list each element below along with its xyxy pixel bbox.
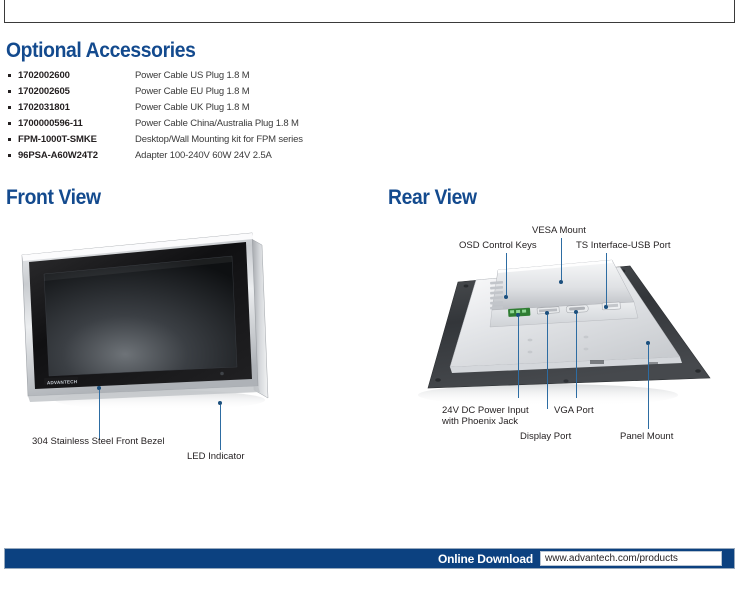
accessory-description: Power Cable UK Plug 1.8 M — [135, 102, 250, 113]
online-download-label: Online Download — [438, 552, 533, 566]
callout-label-power-input-line2: with Phoenix Jack — [442, 416, 519, 427]
accessory-part-number: 1702002605 — [18, 86, 70, 97]
callout-leader-bezel — [99, 390, 101, 440]
list-item: 1700000596-11 Power Cable China/Australi… — [8, 115, 428, 131]
bullet-icon — [8, 83, 18, 99]
accessory-part-number: 1700000596-11 — [18, 118, 83, 129]
callout-label-vga-port: VGA Port — [554, 405, 594, 416]
callout-dot-osd-control-keys — [504, 295, 508, 299]
list-item: FPM-1000T-SMKE Desktop/Wall Mounting kit… — [8, 131, 428, 147]
section-heading-front-view: Front View — [6, 186, 101, 209]
accessory-part-number: 1702031801 — [18, 102, 70, 113]
accessory-description: Adapter 100-240V 60W 24V 2.5A — [135, 150, 272, 161]
callout-label-led-indicator: LED Indicator — [187, 451, 245, 462]
optional-accessories-list: 1702002600 Power Cable US Plug 1.8 M 170… — [8, 67, 428, 163]
accessory-part-number: FPM-1000T-SMKE — [18, 134, 97, 145]
accessory-description: Desktop/Wall Mounting kit for FPM series — [135, 134, 303, 145]
rear-view-figure: VESA Mount OSD Control Keys TS Interface… — [380, 210, 750, 470]
callout-label-panel-mount: Panel Mount — [620, 431, 674, 442]
callout-label-front-bezel: 304 Stainless Steel Front Bezel — [32, 436, 165, 447]
accessory-description: Power Cable EU Plug 1.8 M — [135, 86, 250, 97]
section-heading-optional-accessories: Optional Accessories — [6, 39, 196, 62]
accessory-description: Power Cable US Plug 1.8 M — [135, 70, 250, 81]
bullet-icon — [8, 67, 18, 83]
front-view-figure: ADVANTECH 304 Stainless Steel Front Beze… — [0, 210, 380, 470]
bullet-icon — [8, 131, 18, 147]
callout-leader-ts-interface-usb — [606, 253, 608, 305]
callout-leader-osd-control-keys — [506, 253, 508, 295]
callout-leader-power-input — [518, 317, 520, 398]
accessory-description: Power Cable China/Australia Plug 1.8 M — [135, 118, 299, 129]
callout-label-vesa-mount: VESA Mount — [532, 225, 586, 236]
panel-cutout-box: Panel Cutout Dimensions: 382 x 320 mm (1… — [4, 0, 735, 23]
callout-dot-ts-interface-usb — [604, 305, 608, 309]
callout-dot-vesa-mount — [559, 280, 563, 284]
callout-leader-vesa-mount — [561, 238, 563, 280]
list-item: 1702002605 Power Cable EU Plug 1.8 M — [8, 83, 428, 99]
list-item: 1702031801 Power Cable UK Plug 1.8 M — [8, 99, 428, 115]
callout-label-osd-control-keys: OSD Control Keys — [459, 240, 537, 251]
list-item: 1702002600 Power Cable US Plug 1.8 M — [8, 67, 428, 83]
footer-band: Online Download www.advantech.com/produc… — [4, 548, 735, 569]
online-download-url-text: www.advantech.com/products — [545, 553, 678, 564]
callout-label-power-input-line1: 24V DC Power Input — [442, 405, 529, 416]
list-item: 96PSA-A60W24T2 Adapter 100-240V 60W 24V … — [8, 147, 428, 163]
accessory-part-number: 96PSA-A60W24T2 — [18, 150, 98, 161]
bullet-icon — [8, 115, 18, 131]
callout-leader-vga-port — [576, 314, 578, 398]
callout-leader-led — [220, 405, 222, 450]
bullet-icon — [8, 147, 18, 163]
callout-leader-panel-mount — [648, 345, 650, 429]
callout-label-ts-interface-usb: TS Interface-USB Port — [576, 240, 671, 251]
front-view-product-image: ADVANTECH — [21, 232, 269, 410]
section-heading-rear-view: Rear View — [388, 186, 477, 209]
accessory-part-number: 1702002600 — [18, 70, 70, 81]
callout-label-display-port: Display Port — [520, 431, 572, 442]
online-download-url-field[interactable]: www.advantech.com/products — [540, 551, 722, 566]
bullet-icon — [8, 99, 18, 115]
callout-leader-display-port — [547, 315, 549, 409]
